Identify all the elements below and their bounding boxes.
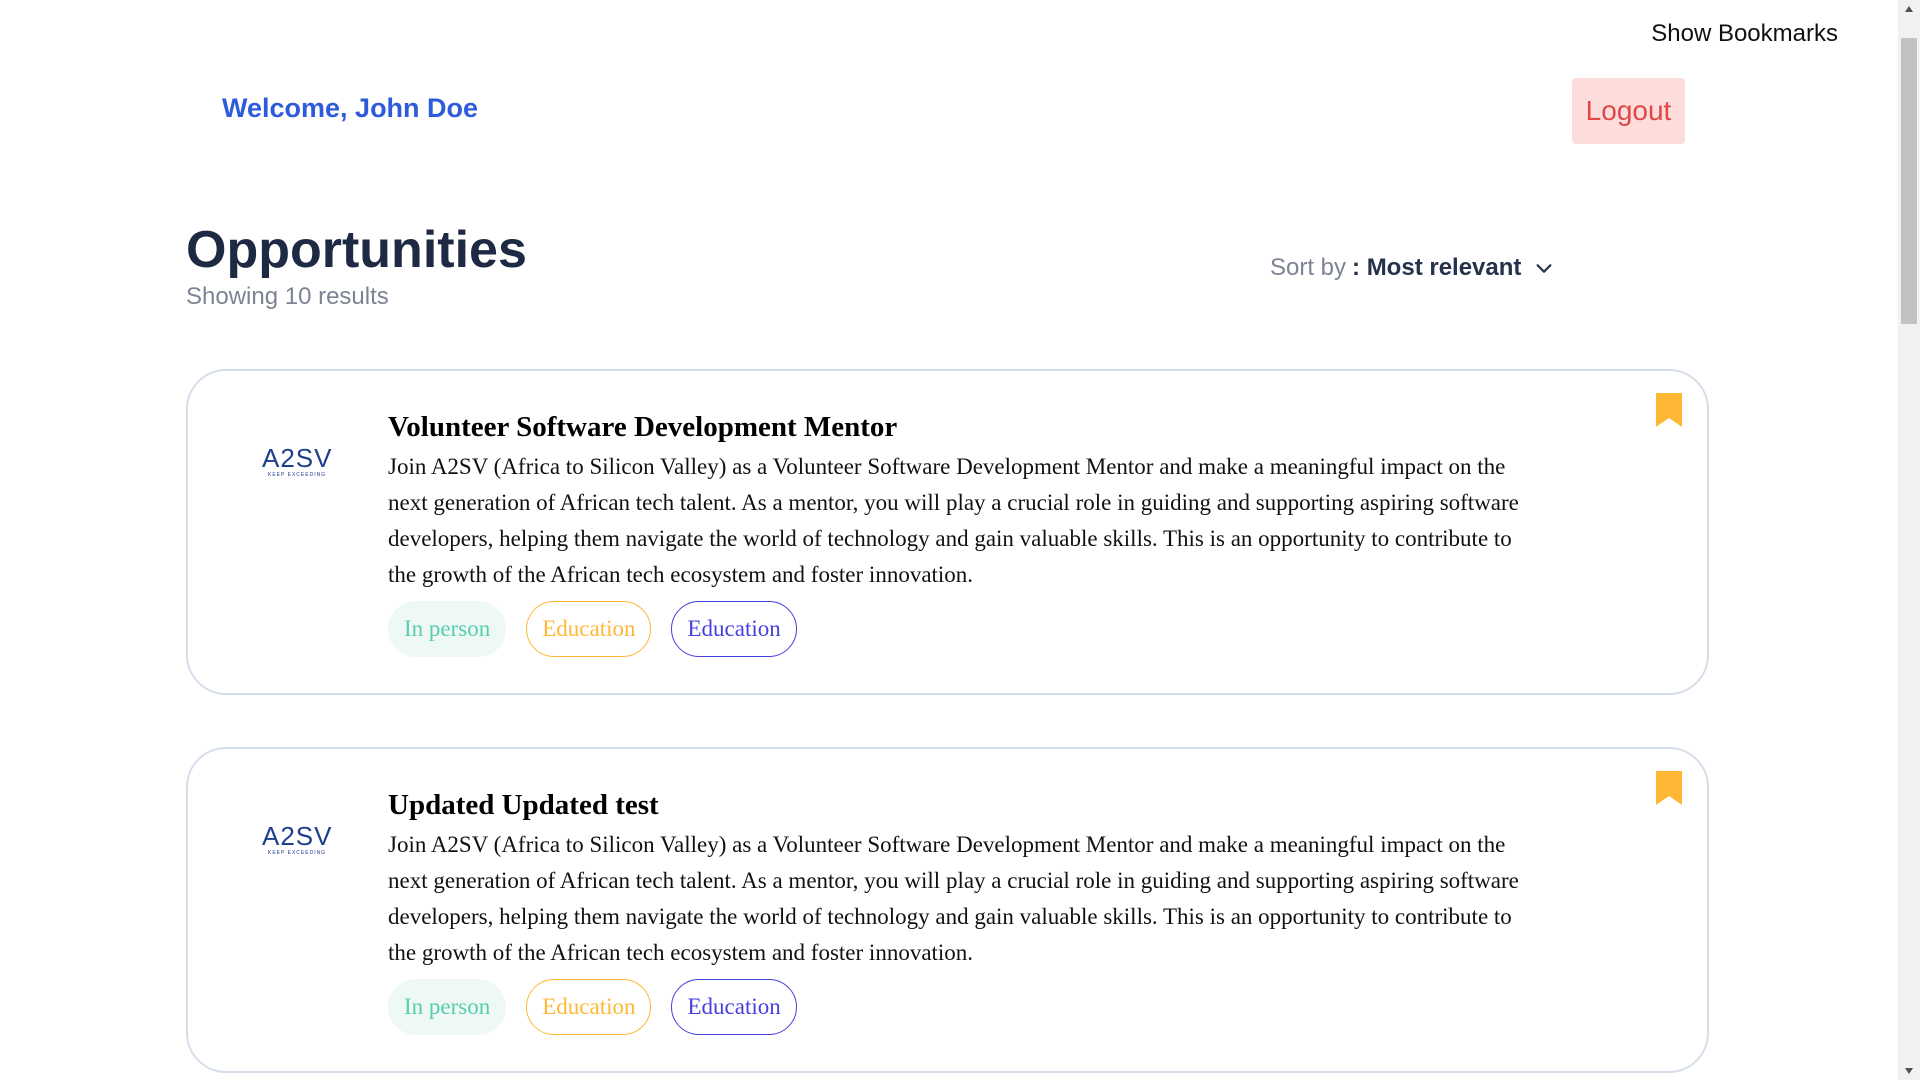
results-count: Showing 10 results — [186, 283, 389, 310]
a2sv-logo: A2SV KEEP EXCEEDING — [262, 443, 333, 478]
a2sv-logo: A2SV KEEP EXCEEDING — [262, 821, 333, 856]
tag-list: In person Education Education — [388, 979, 797, 1035]
opportunity-description: Join A2SV (Africa to Silicon Valley) as … — [388, 832, 1519, 965]
bookmark-icon[interactable] — [1653, 391, 1685, 429]
opportunity-description: Join A2SV (Africa to Silicon Valley) as … — [388, 454, 1519, 587]
svg-text:A2SV: A2SV — [262, 821, 333, 851]
opportunity-card[interactable]: A2SV KEEP EXCEEDING Updated Updated test… — [186, 747, 1709, 1073]
scroll-up-arrow-icon[interactable] — [1898, 0, 1920, 18]
page-title: Opportunities — [186, 221, 527, 279]
tag-list: In person Education Education — [388, 601, 797, 657]
tag-category: Education — [526, 601, 652, 657]
welcome-message: Welcome, John Doe — [222, 93, 479, 123]
tag-category: Education — [671, 979, 797, 1035]
tag-category: Education — [526, 979, 652, 1035]
opportunity-title[interactable]: Volunteer Software Development Mentor — [388, 411, 897, 444]
svg-text:A2SV: A2SV — [262, 443, 333, 473]
svg-text:KEEP EXCEEDING: KEEP EXCEEDING — [268, 850, 326, 856]
tag-in-person: In person — [388, 979, 507, 1035]
chevron-down-icon — [1536, 264, 1552, 273]
opportunity-card[interactable]: A2SV KEEP EXCEEDING Volunteer Software D… — [186, 369, 1709, 695]
opportunity-title[interactable]: Updated Updated test — [388, 789, 659, 822]
sort-label: Sort by — [1270, 254, 1347, 281]
sort-value: : Most relevant — [1352, 254, 1522, 281]
scrollbar-thumb[interactable] — [1901, 38, 1917, 324]
sort-dropdown[interactable]: Sort by : Most relevant — [1270, 254, 1555, 282]
bookmark-icon[interactable] — [1653, 769, 1685, 807]
page: Show Bookmarks Welcome, John Doe Logout … — [0, 0, 1898, 1080]
tag-category: Education — [671, 601, 797, 657]
logout-button[interactable]: Logout — [1572, 78, 1685, 144]
vertical-scrollbar[interactable] — [1898, 0, 1920, 1080]
show-bookmarks-button[interactable]: Show Bookmarks — [1651, 20, 1838, 48]
scroll-down-arrow-icon[interactable] — [1898, 1062, 1920, 1080]
svg-text:KEEP EXCEEDING: KEEP EXCEEDING — [268, 472, 326, 478]
tag-in-person: In person — [388, 601, 507, 657]
